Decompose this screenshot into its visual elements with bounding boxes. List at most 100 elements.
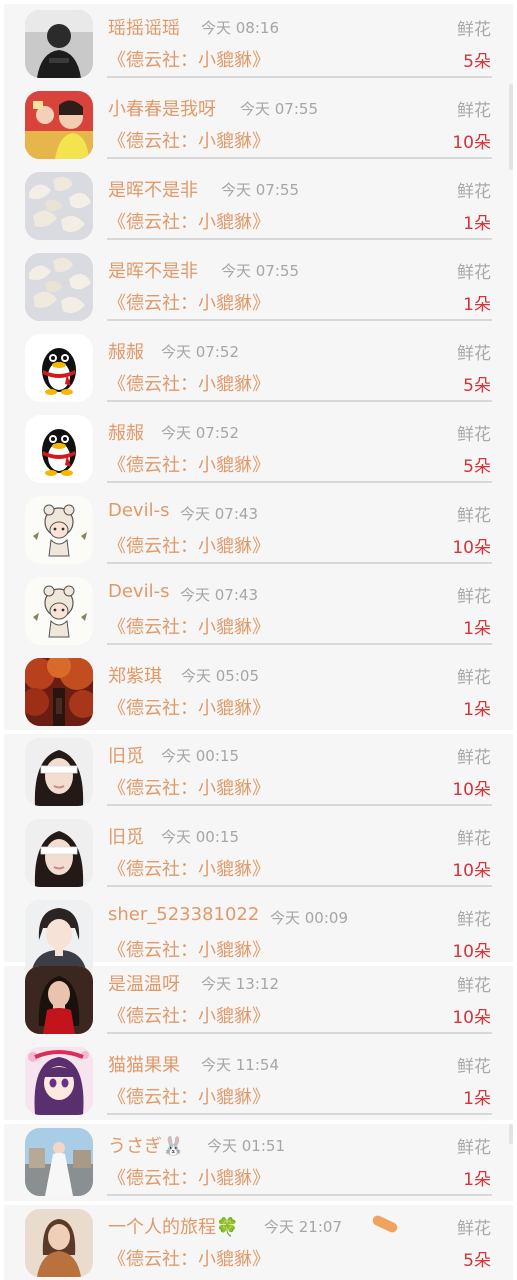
list-item[interactable]: 小春春是我呀 今天 07:55 鲜花 《德云社：小貔貅》 10朵 <box>0 81 517 162</box>
list-item[interactable]: 一个人的旅程🍀 今天 21:07 鲜花 《德云社：小貔貅》 5朵 <box>0 1199 517 1280</box>
sender-name: 是温温呀 <box>108 974 180 995</box>
gift-count: 1朵 <box>463 214 491 234</box>
row-divider <box>107 1194 492 1196</box>
sender-name: 瑶摇谣瑶 <box>108 18 180 39</box>
list-item[interactable]: 猫猫果果 今天 11:54 鲜花 《德云社：小貔貅》 1朵 <box>0 1037 517 1118</box>
gift-count: 1朵 <box>463 295 491 315</box>
list-item[interactable]: 是温温呀 今天 13:12 鲜花 《德云社：小貔貅》 10朵 <box>0 956 517 1037</box>
send-time: 今天 01:51 <box>207 1137 285 1155</box>
show-title: 《德云社：小貔貅》 <box>108 374 270 395</box>
send-time: 今天 21:07 <box>264 1218 342 1236</box>
list-item[interactable]: 是晖不是非 今天 07:55 鲜花 《德云社：小貔貅》 1朵 <box>0 162 517 243</box>
gift-type: 鲜花 <box>457 263 491 283</box>
show-title: 《德云社：小貔貅》 <box>108 455 270 476</box>
sender-name: うさぎ🐰 <box>108 1136 185 1157</box>
sender-name: 小春春是我呀 <box>108 99 216 120</box>
level-badge-icon <box>371 1213 399 1235</box>
gift-type: 鲜花 <box>457 829 491 849</box>
dumplings-icon[interactable] <box>25 253 93 321</box>
gift-count: 10朵 <box>452 538 491 558</box>
sender-name: Devil-s <box>108 581 170 602</box>
list-item[interactable]: 赧赧 今天 07:52 鲜花 《德云社：小貔貅》 5朵 <box>0 324 517 405</box>
show-title: 《德云社：小貔貅》 <box>108 131 270 152</box>
row-divider <box>107 157 492 159</box>
row-divider <box>107 481 492 483</box>
gift-type: 鲜花 <box>457 182 491 202</box>
list-item[interactable]: 赧赧 今天 07:52 鲜花 《德云社：小貔貅》 5朵 <box>0 405 517 486</box>
send-time: 今天 11:54 <box>201 1056 279 1074</box>
cartoon-girl-icon[interactable] <box>25 496 93 564</box>
gift-type: 鲜花 <box>457 587 491 607</box>
show-title: 《德云社：小貔貅》 <box>108 1087 270 1108</box>
gift-count: 10朵 <box>452 861 491 881</box>
send-time: 今天 07:52 <box>161 343 239 361</box>
cartoon-girl-icon[interactable] <box>25 577 93 645</box>
gift-record-list: 瑶摇谣瑶 今天 08:16 鲜花 《德云社：小貔貅》 5朵 小春春是我呀 今天 … <box>0 0 517 1280</box>
gift-count: 10朵 <box>452 780 491 800</box>
dumplings-icon[interactable] <box>25 172 93 240</box>
send-time: 今天 08:16 <box>201 19 279 37</box>
send-time: 今天 00:15 <box>161 747 239 765</box>
row-divider <box>107 400 492 402</box>
list-item[interactable]: Devil-s 今天 07:43 鲜花 《德云社：小貔貅》 10朵 <box>0 486 517 567</box>
gift-count: 1朵 <box>463 1089 491 1109</box>
autumn-scene-icon[interactable] <box>25 658 93 726</box>
gift-type: 鲜花 <box>457 976 491 996</box>
send-time: 今天 07:43 <box>180 505 258 523</box>
gift-type: 鲜花 <box>457 344 491 364</box>
penguin-icon[interactable] <box>25 415 93 483</box>
show-title: 《德云社：小貔貅》 <box>108 1249 270 1270</box>
anime-girl-icon[interactable] <box>25 1047 93 1115</box>
send-time: 今天 07:55 <box>240 100 318 118</box>
list-item[interactable]: 郑紫琪 今天 05:05 鲜花 《德云社：小貔貅》 1朵 <box>0 648 517 729</box>
list-item[interactable]: Devil-s 今天 07:43 鲜花 《德云社：小貔貅》 1朵 <box>0 567 517 648</box>
list-item[interactable]: 是晖不是非 今天 07:55 鲜花 《德云社：小貔貅》 1朵 <box>0 243 517 324</box>
gift-type: 鲜花 <box>457 1138 491 1158</box>
gift-count: 5朵 <box>463 376 491 396</box>
show-title: 《德云社：小貔貅》 <box>108 293 270 314</box>
show-title: 《德云社：小貔貅》 <box>108 50 270 71</box>
send-time: 今天 07:43 <box>180 586 258 604</box>
gift-type: 鲜花 <box>457 748 491 768</box>
girl-red-dress-icon[interactable] <box>25 966 93 1034</box>
send-time: 今天 07:52 <box>161 424 239 442</box>
send-time: 今天 00:15 <box>161 828 239 846</box>
costume-actor-icon[interactable] <box>25 91 93 159</box>
gift-type: 鲜花 <box>457 425 491 445</box>
row-divider <box>107 885 492 887</box>
gift-count: 1朵 <box>463 619 491 639</box>
list-item[interactable]: うさぎ🐰 今天 01:51 鲜花 《德云社：小貔貅》 1朵 <box>0 1118 517 1199</box>
sender-name: 赧赧 <box>108 423 144 444</box>
man-dark-icon[interactable] <box>25 10 93 78</box>
gift-type: 鲜花 <box>457 20 491 40</box>
row-divider <box>107 804 492 806</box>
show-title: 《德云社：小貔貅》 <box>108 617 270 638</box>
send-time: 今天 05:05 <box>181 667 259 685</box>
gift-count: 10朵 <box>452 1008 491 1028</box>
sender-name: 猫猫果果 <box>108 1055 180 1076</box>
show-title: 《德云社：小貔貅》 <box>108 1168 270 1189</box>
gift-type: 鲜花 <box>457 1219 491 1239</box>
girl-blindfold-icon[interactable] <box>25 819 93 887</box>
show-title: 《德云社：小貔貅》 <box>108 859 270 880</box>
list-item[interactable]: 瑶摇谣瑶 今天 08:16 鲜花 《德云社：小貔貅》 5朵 <box>0 0 517 81</box>
show-title: 《德云社：小貔貅》 <box>108 698 270 719</box>
gift-count: 1朵 <box>463 700 491 720</box>
show-title: 《德云社：小貔貅》 <box>108 212 270 233</box>
girl-brown-icon[interactable] <box>25 1209 93 1277</box>
bride-photo-icon[interactable] <box>25 1128 93 1196</box>
gift-count: 1朵 <box>463 1170 491 1190</box>
penguin-icon[interactable] <box>25 334 93 402</box>
sender-name: 旧觅 <box>108 746 144 767</box>
sender-name: 是晖不是非 <box>108 180 198 201</box>
sender-name: 郑紫琪 <box>108 666 162 687</box>
sender-name: 旧觅 <box>108 827 144 848</box>
girl-blindfold-icon[interactable] <box>25 738 93 806</box>
list-item[interactable]: 旧觅 今天 00:15 鲜花 《德云社：小貔貅》 10朵 <box>0 728 517 809</box>
sender-name: 是晖不是非 <box>108 261 198 282</box>
sender-name: 一个人的旅程🍀 <box>108 1217 239 1238</box>
row-divider <box>107 76 492 78</box>
list-item[interactable]: 旧觅 今天 00:15 鲜花 《德云社：小貔貅》 10朵 <box>0 809 517 890</box>
show-title: 《德云社：小貔貅》 <box>108 1006 270 1027</box>
gift-count: 10朵 <box>452 133 491 153</box>
